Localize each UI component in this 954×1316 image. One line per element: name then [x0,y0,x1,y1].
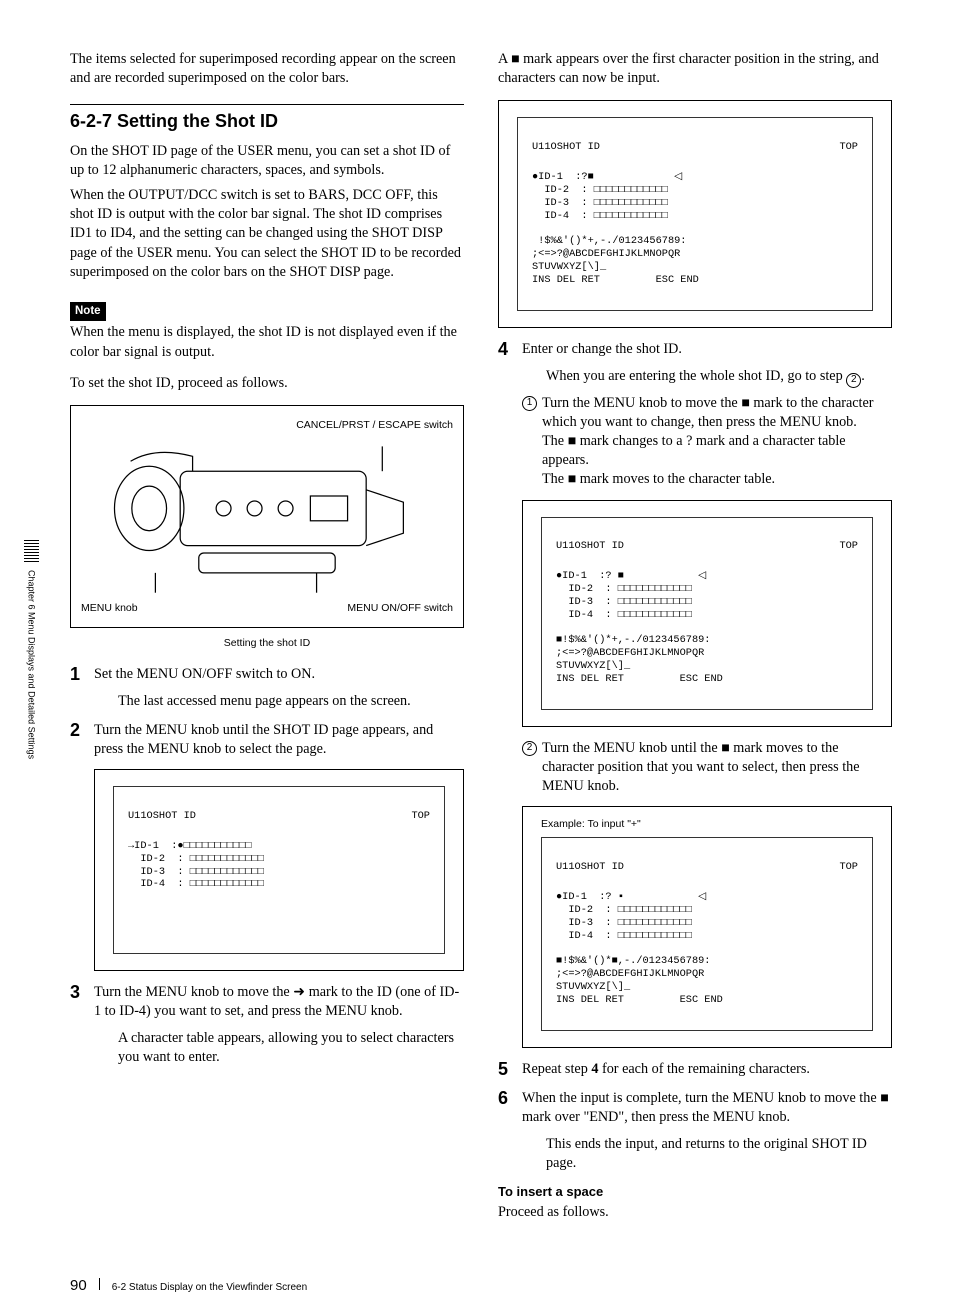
step-4: Enter or change the shot ID. When you ar… [498,340,892,1048]
step-1: Set the MENU ON/OFF switch to ON. The la… [70,665,464,711]
page-number: 90 [70,1276,87,1296]
step4-text: Enter or change the shot ID. [522,340,892,359]
insert-space-heading: To insert a space [498,1183,892,1201]
sidebar-chapter: Chapter 6 Menu Displays and Detailed Set… [24,540,39,759]
right-column: A ■ mark appears over the first characte… [498,50,892,1228]
right-intro: A ■ mark appears over the first characte… [498,50,892,88]
fig-label-menuswitch: MENU ON/OFF switch [347,601,453,615]
step-3: Turn the MENU knob to move the ➜ mark to… [70,983,464,1068]
proceed: To set the shot ID, proceed as follows. [70,374,464,393]
camera-illustration [81,434,453,595]
step-5: Repeat step 4 for each of the remaining … [498,1060,892,1079]
substep-1: 1 Turn the MENU knob to move the ■ mark … [522,394,892,490]
screen-c: U11OSHOT IDTOP ●ID-1 :? ■ ◁ ID-2 : □□□□□… [522,500,892,727]
sub1-b: The ■ mark changes to a ? mark and a cha… [542,433,846,468]
para1: On the SHOT ID page of the USER menu, yo… [70,142,464,180]
step2-text: Turn the MENU knob until the SHOT ID pag… [94,721,464,759]
sidebar-text: Chapter 6 Menu Displays and Detailed Set… [25,570,37,759]
substep-2: 2 Turn the MENU knob until the ■ mark mo… [522,739,892,797]
note-text: When the menu is displayed, the shot ID … [70,323,464,361]
fig-label-menuknob: MENU knob [81,601,138,615]
step-6: When the input is complete, turn the MEN… [498,1089,892,1174]
para2: When the OUTPUT/DCC switch is set to BAR… [70,186,464,282]
sub2-text: Turn the MENU knob until the ■ mark move… [542,740,860,794]
screen-d: Example: To input "+" U11OSHOT IDTOP ●ID… [522,806,892,1047]
screen-b: U11OSHOT IDTOP ●ID-1 :?■ ◁ ID-2 : □□□□□□… [498,100,892,327]
section-heading: 6-2-7 Setting the Shot ID [70,104,464,133]
figure-caption: Setting the shot ID [70,636,464,650]
sub1-c: The ■ mark moves to the character table. [542,471,775,487]
step6-sub: This ends the input, and returns to the … [546,1135,892,1173]
figure-camera: CANCEL/PRST / ESCAPE switch MENU knob ME… [70,405,464,629]
footer-section: 6-2 Status Display on the Viewfinder Scr… [112,1281,307,1295]
left-column: The items selected for superimposed reco… [70,50,464,1228]
screen-a: U11OSHOT IDTOP →ID-1 :●□□□□□□□□□□□ ID-2 … [94,769,464,970]
example-label: Example: To input "+" [541,817,873,831]
step6-text: When the input is complete, turn the MEN… [522,1089,892,1127]
step3-sub: A character table appears, allowing you … [118,1029,464,1067]
note-label: Note [70,302,106,322]
step-2: Turn the MENU knob until the SHOT ID pag… [70,721,464,971]
intro-para: The items selected for superimposed reco… [70,50,464,88]
step1-text: Set the MENU ON/OFF switch to ON. [94,665,464,684]
step4-sub: When you are entering the whole shot ID,… [546,367,892,388]
fig-label-cancel: CANCEL/PRST / ESCAPE switch [81,418,453,432]
insert-space-text: Proceed as follows. [498,1203,892,1222]
step1-sub: The last accessed menu page appears on t… [118,692,464,711]
sub1-a: Turn the MENU knob to move the ■ mark to… [542,395,874,430]
page-footer: 90 6-2 Status Display on the Viewfinder … [70,1276,892,1296]
step3-text: Turn the MENU knob to move the ➜ mark to… [94,983,464,1021]
step5-text: Repeat step 4 for each of the remaining … [522,1060,892,1079]
